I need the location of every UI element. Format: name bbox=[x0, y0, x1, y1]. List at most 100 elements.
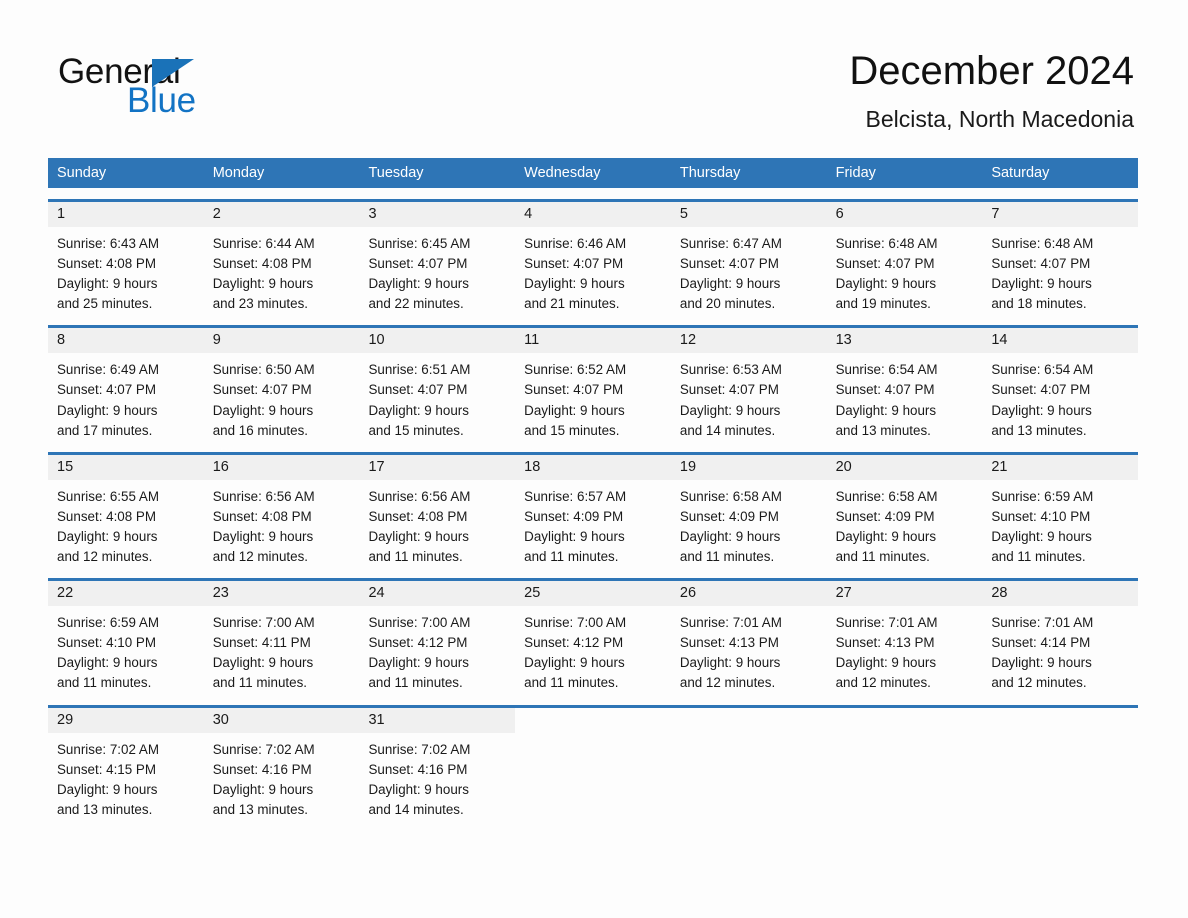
day-cell[interactable]: 1 Sunrise: 6:43 AM Sunset: 4:08 PM Daylight… bbox=[48, 202, 204, 314]
sunset-text: Sunset: 4:08 PM bbox=[57, 256, 156, 272]
sunrise-text: Sunrise: 6:52 AM bbox=[524, 362, 627, 378]
day-info: Sunrise: 7:01 AM Sunset: 4:14 PM Daylight:… bbox=[982, 606, 1138, 693]
daylight-text-line2: and 11 minutes. bbox=[212, 675, 308, 691]
day-cell[interactable]: 29 Sunrise: 7:02 AM Sunset: 4:15 PM Dayligh… bbox=[48, 707, 204, 820]
day-cell[interactable]: 4 Sunrise: 6:46 AM Sunset: 4:07 PM Daylight… bbox=[515, 202, 671, 314]
daylight-text-line1: Daylight: 9 hours bbox=[57, 528, 158, 544]
day-cell[interactable]: 21 Sunrise: 6:59 AM Sunset: 4:10 PM Dayligh… bbox=[982, 454, 1139, 567]
sunrise-text: Sunrise: 6:56 AM bbox=[212, 488, 315, 504]
day-cell[interactable]: 22 Sunrise: 6:59 AM Sunset: 4:10 PM Dayligh… bbox=[48, 581, 204, 693]
day-cell[interactable]: 8 Sunrise: 6:49 AM Sunset: 4:07 PM Daylight… bbox=[48, 328, 204, 440]
day-cell[interactable]: 5 Sunrise: 6:47 AM Sunset: 4:07 PM Daylight… bbox=[670, 202, 827, 314]
day-number bbox=[515, 708, 671, 733]
day-cell[interactable]: 23 Sunrise: 7:00 AM Sunset: 4:11 PM Dayligh… bbox=[203, 581, 360, 693]
day-cell[interactable]: 3 Sunrise: 6:45 AM Sunset: 4:07 PM Daylight… bbox=[359, 202, 516, 314]
day-number: 31 bbox=[359, 707, 516, 733]
sunrise-text: Sunrise: 6:58 AM bbox=[679, 488, 782, 504]
day-number: 20 bbox=[826, 454, 983, 480]
sunset-text: Sunset: 4:07 PM bbox=[524, 256, 624, 272]
day-cell[interactable]: 28 Sunrise: 7:01 AM Sunset: 4:14 PM Dayligh… bbox=[982, 581, 1139, 693]
daylight-text-line1: Daylight: 9 hours bbox=[368, 276, 469, 292]
day-number: 16 bbox=[203, 454, 360, 480]
daylight-text-line2: and 23 minutes. bbox=[212, 296, 309, 312]
day-cell[interactable]: 11 Sunrise: 6:52 AM Sunset: 4:07 PM Dayligh… bbox=[515, 328, 671, 440]
day-cell[interactable]: 19 Sunrise: 6:58 AM Sunset: 4:09 PM Dayligh… bbox=[670, 454, 827, 567]
day-number: 13 bbox=[826, 328, 983, 354]
day-info: Sunrise: 6:58 AM Sunset: 4:09 PM Daylight:… bbox=[827, 480, 983, 567]
daylight-text-line2: and 12 minutes. bbox=[57, 549, 153, 565]
daylight-text-line1: Daylight: 9 hours bbox=[368, 781, 469, 797]
day-cell[interactable]: 14 Sunrise: 6:54 AM Sunset: 4:07 PM Dayligh… bbox=[982, 328, 1139, 440]
sunset-text: Sunset: 4:10 PM bbox=[991, 508, 1091, 524]
sunset-text: Sunset: 4:07 PM bbox=[57, 382, 156, 398]
calendar-page: General Blue December 2024 Belcista, Nor… bbox=[0, 0, 1188, 918]
day-cell[interactable]: 10 Sunrise: 6:51 AM Sunset: 4:07 PM Dayligh… bbox=[359, 328, 516, 440]
day-info: Sunrise: 7:01 AM Sunset: 4:13 PM Daylight:… bbox=[827, 606, 983, 693]
day-info: Sunrise: 7:02 AM Sunset: 4:16 PM Daylight:… bbox=[204, 733, 360, 820]
day-cell[interactable]: 20 Sunrise: 6:58 AM Sunset: 4:09 PM Dayligh… bbox=[826, 454, 983, 567]
day-number bbox=[671, 708, 827, 733]
week-row: 15 Sunrise: 6:55 AM Sunset: 4:08 PM Dayligh… bbox=[48, 451, 1139, 567]
calendar-grid: Sunday Monday Tuesday Wednesday Thursday… bbox=[48, 158, 1139, 820]
daylight-text-line1: Daylight: 9 hours bbox=[524, 528, 625, 544]
day-cell[interactable]: 27 Sunrise: 7:01 AM Sunset: 4:13 PM Dayligh… bbox=[826, 581, 983, 693]
sunset-text: Sunset: 4:07 PM bbox=[991, 382, 1091, 398]
daylight-text-line2: and 11 minutes. bbox=[835, 549, 930, 565]
day-cell[interactable]: 7 Sunrise: 6:48 AM Sunset: 4:07 PM Daylight… bbox=[982, 202, 1139, 314]
day-cell[interactable]: 18 Sunrise: 6:57 AM Sunset: 4:09 PM Dayligh… bbox=[515, 454, 671, 567]
day-number bbox=[982, 708, 1138, 733]
day-cell[interactable]: 15 Sunrise: 6:55 AM Sunset: 4:08 PM Dayligh… bbox=[48, 454, 204, 567]
day-info: Sunrise: 7:00 AM Sunset: 4:11 PM Daylight:… bbox=[204, 606, 360, 693]
sunrise-text: Sunrise: 6:47 AM bbox=[679, 236, 782, 251]
daylight-text-line2: and 15 minutes. bbox=[524, 422, 620, 438]
sunrise-text: Sunrise: 7:00 AM bbox=[368, 615, 471, 631]
general-blue-logo[interactable]: General Blue bbox=[58, 52, 288, 128]
daylight-text-line2: and 12 minutes. bbox=[991, 675, 1087, 691]
daylight-text-line1: Daylight: 9 hours bbox=[212, 402, 314, 418]
day-number: 24 bbox=[359, 581, 516, 607]
day-cell[interactable]: 2 Sunrise: 6:44 AM Sunset: 4:08 PM Daylight… bbox=[203, 202, 360, 314]
weekday-header-saturday: Saturday bbox=[991, 165, 1050, 181]
daylight-text-line2: and 11 minutes. bbox=[57, 675, 152, 691]
sunset-text: Sunset: 4:07 PM bbox=[835, 382, 935, 398]
day-cell[interactable]: 9 Sunrise: 6:50 AM Sunset: 4:07 PM Daylight… bbox=[203, 328, 360, 440]
daylight-text-line2: and 14 minutes. bbox=[679, 422, 776, 438]
day-number: 5 bbox=[670, 202, 827, 227]
day-number: 4 bbox=[515, 202, 671, 227]
sunset-text: Sunset: 4:16 PM bbox=[212, 761, 312, 777]
day-number: 19 bbox=[670, 454, 827, 480]
daylight-text-line2: and 12 minutes. bbox=[679, 675, 776, 691]
sunset-text: Sunset: 4:08 PM bbox=[57, 508, 156, 524]
day-cell[interactable]: 6 Sunrise: 6:48 AM Sunset: 4:07 PM Daylight… bbox=[826, 202, 983, 314]
sunrise-text: Sunrise: 6:43 AM bbox=[57, 236, 159, 251]
day-info: Sunrise: 6:48 AM Sunset: 4:07 PM Daylight:… bbox=[827, 227, 983, 314]
day-info: Sunrise: 7:00 AM Sunset: 4:12 PM Daylight:… bbox=[359, 606, 515, 693]
sunrise-text: Sunrise: 7:01 AM bbox=[835, 615, 938, 631]
sunrise-text: Sunrise: 6:50 AM bbox=[212, 362, 315, 378]
day-cell[interactable]: 13 Sunrise: 6:54 AM Sunset: 4:07 PM Dayligh… bbox=[826, 328, 983, 440]
day-number: 1 bbox=[48, 202, 204, 227]
day-info: Sunrise: 6:46 AM Sunset: 4:07 PM Daylight:… bbox=[515, 227, 671, 314]
day-info: Sunrise: 6:45 AM Sunset: 4:07 PM Daylight:… bbox=[359, 227, 515, 314]
sunrise-text: Sunrise: 6:45 AM bbox=[368, 236, 471, 251]
day-cell[interactable]: 16 Sunrise: 6:56 AM Sunset: 4:08 PM Dayligh… bbox=[203, 454, 360, 567]
day-info: Sunrise: 7:01 AM Sunset: 4:13 PM Daylight:… bbox=[671, 606, 827, 693]
day-info: Sunrise: 6:49 AM Sunset: 4:07 PM Daylight:… bbox=[48, 353, 204, 440]
day-cell[interactable]: 24 Sunrise: 7:00 AM Sunset: 4:12 PM Dayligh… bbox=[359, 581, 516, 693]
daylight-text-line1: Daylight: 9 hours bbox=[368, 528, 469, 544]
day-info: Sunrise: 7:02 AM Sunset: 4:16 PM Daylight:… bbox=[359, 733, 515, 820]
day-cell[interactable]: 26 Sunrise: 7:01 AM Sunset: 4:13 PM Dayligh… bbox=[670, 581, 827, 693]
day-info: Sunrise: 6:59 AM Sunset: 4:10 PM Daylight:… bbox=[48, 606, 204, 693]
sunset-text: Sunset: 4:09 PM bbox=[524, 508, 624, 524]
day-cell[interactable]: 30 Sunrise: 7:02 AM Sunset: 4:16 PM Dayligh… bbox=[203, 707, 360, 820]
day-cell-empty bbox=[515, 708, 671, 820]
daylight-text-line2: and 17 minutes. bbox=[57, 422, 153, 438]
day-cell[interactable]: 17 Sunrise: 6:56 AM Sunset: 4:08 PM Dayligh… bbox=[359, 454, 516, 567]
day-cell[interactable]: 31 Sunrise: 7:02 AM Sunset: 4:16 PM Dayligh… bbox=[359, 707, 516, 820]
day-cell[interactable]: 12 Sunrise: 6:53 AM Sunset: 4:07 PM Dayligh… bbox=[670, 328, 827, 440]
sunset-text: Sunset: 4:07 PM bbox=[212, 382, 312, 398]
day-cell[interactable]: 25 Sunrise: 7:00 AM Sunset: 4:12 PM Dayligh… bbox=[515, 581, 671, 693]
day-number: 25 bbox=[515, 581, 671, 607]
day-info: Sunrise: 6:56 AM Sunset: 4:08 PM Daylight:… bbox=[204, 480, 360, 567]
sunrise-text: Sunrise: 6:49 AM bbox=[57, 362, 159, 378]
